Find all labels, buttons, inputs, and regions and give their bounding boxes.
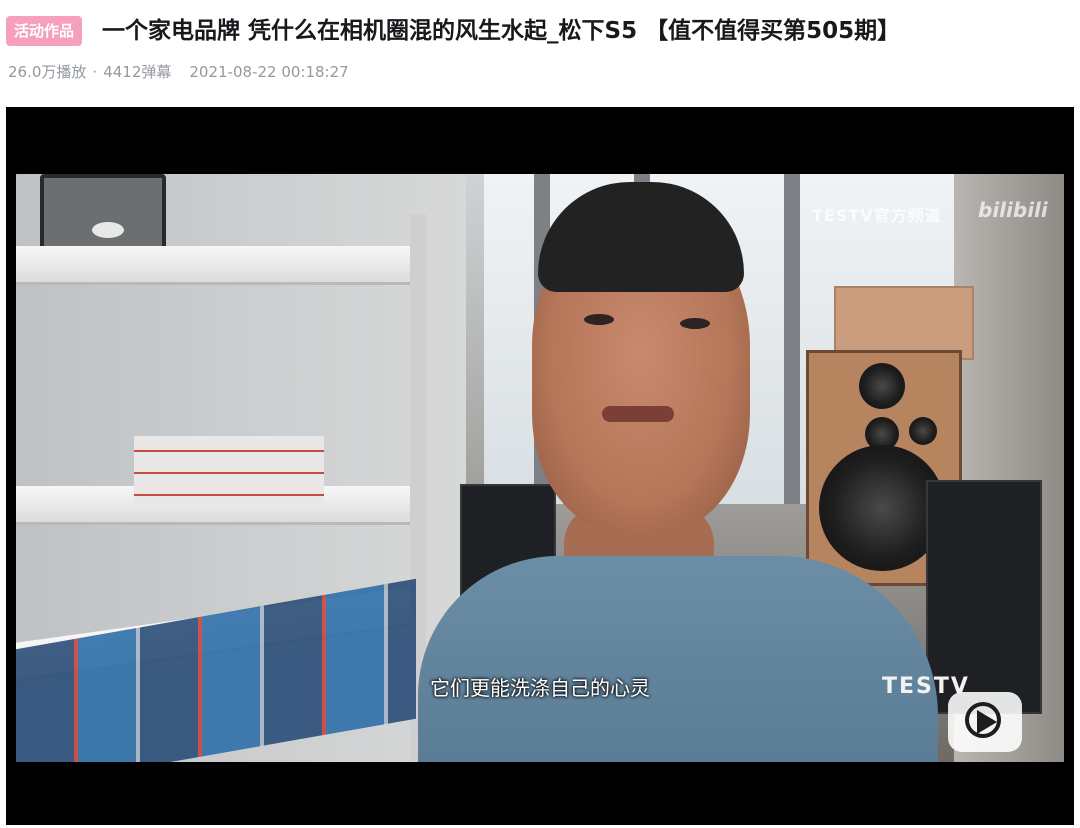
video-header: 活动作品 一个家电品牌 凭什么在相机圈混的风生水起_松下S5 【值不值得买第50… [0,0,1080,105]
scene-person-mouth [602,406,674,422]
channel-watermark: TESTV官方频道 [812,206,942,225]
meta-separator: · [92,63,98,81]
video-player[interactable]: TESTV官方频道 bilibili 它们更能洗涤自己的心灵 TESTV [6,107,1074,825]
scene-person-eye-left [584,314,614,325]
danmaku-count: 4412弹幕 [103,63,172,81]
bilibili-logo: bilibili [978,198,1048,222]
scene-person-eye-right [680,318,710,329]
scene-person-shirt [418,556,938,762]
video-title: 一个家电品牌 凭什么在相机圈混的风生水起_松下S5 【值不值得买第505期】 [102,18,901,44]
scene-tape-boxes [134,436,324,506]
play-icon[interactable] [948,692,1022,752]
view-count: 26.0万播放 [8,63,87,81]
scene-shelf-top [16,246,426,285]
scene-cardboard-box [834,286,974,360]
publish-date: 2021-08-22 00:18:27 [189,63,349,81]
video-frame[interactable]: TESTV官方频道 bilibili 它们更能洗涤自己的心灵 TESTV [16,174,1064,762]
video-meta: 26.0万播放 · 4412弹幕 2021-08-22 00:18:27 [8,60,349,84]
play-triangle-icon [977,710,997,734]
activity-badge[interactable]: 活动作品 [6,16,83,46]
